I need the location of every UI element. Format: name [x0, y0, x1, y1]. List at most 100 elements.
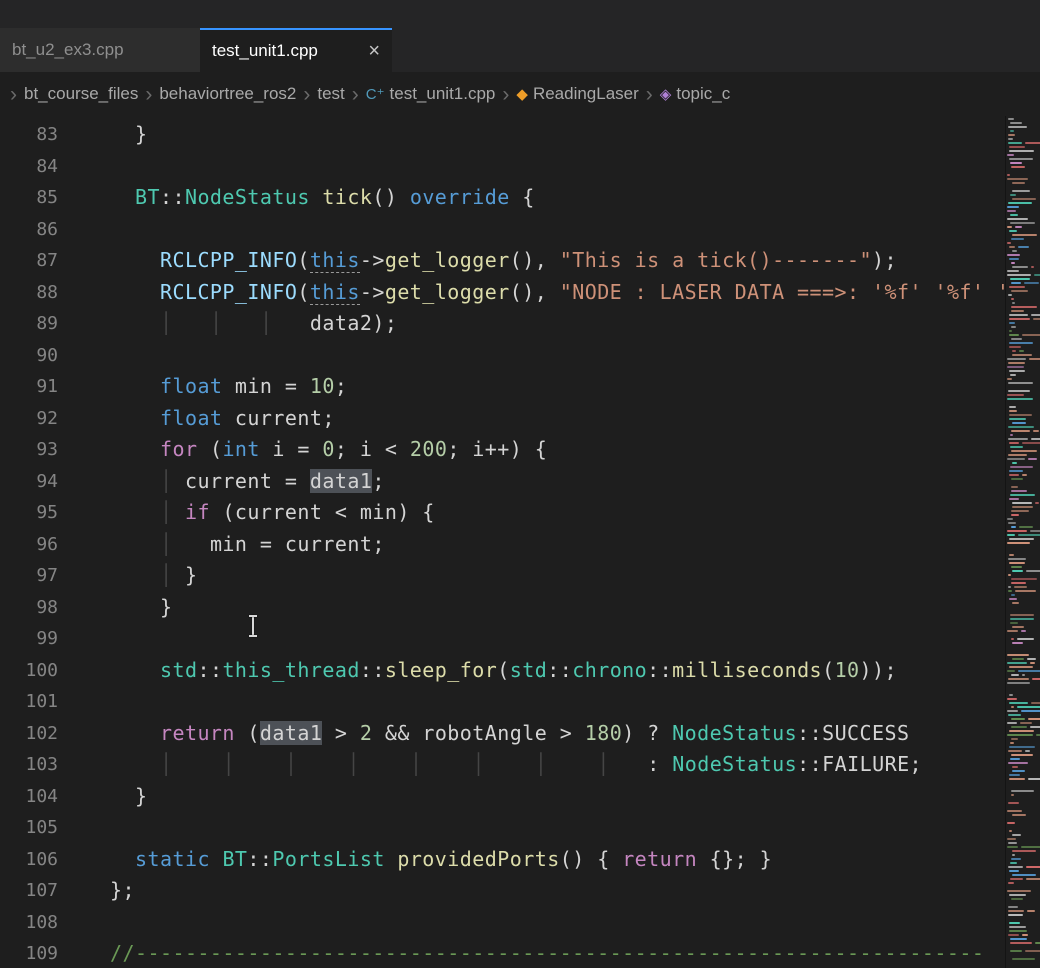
code-line[interactable]: 99: [0, 623, 1006, 655]
code-line[interactable]: 93 for (int i = 0; i < 200; i++) {: [0, 434, 1006, 466]
code-token: 2: [360, 721, 373, 745]
minimap-line: [1009, 498, 1019, 500]
code-token: [110, 500, 160, 524]
minimap-line: [1012, 506, 1033, 508]
line-number[interactable]: 94: [0, 466, 58, 498]
code-line[interactable]: 108: [0, 907, 1006, 939]
code-line[interactable]: 96 │ min = current;: [0, 529, 1006, 561]
breadcrumb-item-test[interactable]: test: [317, 84, 344, 104]
minimap-line: [1011, 858, 1021, 860]
code-token: [235, 752, 285, 776]
code-token: {: [510, 185, 535, 209]
code-line[interactable]: 97 │ }: [0, 560, 1006, 592]
line-number[interactable]: 96: [0, 529, 58, 561]
line-number[interactable]: 103: [0, 749, 58, 781]
line-number[interactable]: 91: [0, 371, 58, 403]
code-token: [310, 185, 323, 209]
line-number[interactable]: 99: [0, 623, 58, 655]
breadcrumb-item-topic-c[interactable]: ◈topic_c: [660, 84, 730, 104]
code-line[interactable]: 100 std::this_thread::sleep_for(std::chr…: [0, 655, 1006, 687]
code-token: if: [185, 500, 210, 524]
code-line[interactable]: 102 return (data1 > 2 && robotAngle > 18…: [0, 718, 1006, 750]
minimap-line: [1027, 910, 1035, 912]
tab-test_unit1[interactable]: test_unit1.cpp ×: [200, 28, 392, 72]
line-number[interactable]: 102: [0, 718, 58, 750]
code-line[interactable]: 94 │ current = data1;: [0, 466, 1006, 498]
code-text: BT::NodeStatus tick() override {: [110, 182, 535, 214]
code-token: this: [310, 280, 360, 305]
line-number[interactable]: 100: [0, 655, 58, 687]
code-token: [210, 847, 223, 871]
line-number[interactable]: 104: [0, 781, 58, 813]
code-line[interactable]: 85 BT::NodeStatus tick() override {: [0, 182, 1006, 214]
minimap-line: [1018, 534, 1040, 536]
line-number[interactable]: 87: [0, 245, 58, 277]
minimap-line: [1036, 734, 1040, 736]
minimap-line: [1031, 314, 1040, 316]
line-number[interactable]: 108: [0, 907, 58, 939]
editor-pane[interactable]: 83 }8485 BT::NodeStatus tick() override …: [0, 116, 1040, 968]
code-line[interactable]: 89 │ │ │ data2);: [0, 308, 1006, 340]
tab-bt_u2_ex3[interactable]: bt_u2_ex3.cpp: [0, 28, 200, 72]
code-line[interactable]: 84: [0, 151, 1006, 183]
line-number[interactable]: 86: [0, 214, 58, 246]
line-number[interactable]: 89: [0, 308, 58, 340]
code-token: tick: [322, 185, 372, 209]
code-line[interactable]: 103 │ │ │ │ │ │ │ │ : NodeStatus::FAILUR…: [0, 749, 1006, 781]
minimap-line: [1011, 282, 1021, 284]
code-line[interactable]: 109//-----------------------------------…: [0, 938, 1006, 968]
code-text: std::this_thread::sleep_for(std::chrono:…: [110, 655, 897, 687]
breadcrumb-label: test: [317, 84, 344, 104]
line-number[interactable]: 93: [0, 434, 58, 466]
minimap-line: [1007, 518, 1013, 520]
line-number[interactable]: 90: [0, 340, 58, 372]
breadcrumb-item-bt-course-files[interactable]: bt_course_files: [24, 84, 138, 104]
line-number[interactable]: 107: [0, 875, 58, 907]
code-line[interactable]: 95 │ if (current < min) {: [0, 497, 1006, 529]
code-line[interactable]: 107};: [0, 875, 1006, 907]
code-line[interactable]: 92 float current;: [0, 403, 1006, 435]
breadcrumb-item-test-unit1-cpp[interactable]: C⁺test_unit1.cpp: [366, 84, 496, 104]
line-number[interactable]: 84: [0, 151, 58, 183]
code-line[interactable]: 91 float min = 10;: [0, 371, 1006, 403]
line-number[interactable]: 83: [0, 119, 58, 151]
code-line[interactable]: 105: [0, 812, 1006, 844]
minimap[interactable]: [1005, 116, 1040, 968]
minimap-line: [1007, 698, 1017, 700]
code-line[interactable]: 88 RCLCPP_INFO(this->get_logger(), "NODE…: [0, 277, 1006, 309]
tab-bar: bt_u2_ex3.cpp test_unit1.cpp ×: [0, 0, 1040, 72]
minimap-line: [1007, 206, 1019, 208]
close-icon[interactable]: ×: [368, 41, 380, 61]
line-number[interactable]: 105: [0, 812, 58, 844]
chevron-right-icon: ›: [145, 84, 152, 105]
minimap-line: [1011, 726, 1027, 728]
minimap-line: [1009, 410, 1017, 412]
code-token: (): [372, 185, 409, 209]
code-line[interactable]: 106 static BT::PortsList providedPorts()…: [0, 844, 1006, 876]
line-number[interactable]: 106: [0, 844, 58, 876]
breadcrumb-item-behaviortree-ros2[interactable]: behaviortree_ros2: [159, 84, 296, 104]
line-number[interactable]: 92: [0, 403, 58, 435]
line-number[interactable]: 95: [0, 497, 58, 529]
code-token: │: [160, 563, 173, 587]
code-line[interactable]: 98 }: [0, 592, 1006, 624]
code-token: │: [160, 752, 173, 776]
line-number[interactable]: 98: [0, 592, 58, 624]
code-line[interactable]: 86: [0, 214, 1006, 246]
line-number[interactable]: 97: [0, 560, 58, 592]
line-number[interactable]: 109: [0, 938, 58, 968]
code-line[interactable]: 104 }: [0, 781, 1006, 813]
code-line[interactable]: 83 }: [0, 119, 1006, 151]
minimap-line: [1028, 778, 1040, 780]
line-number[interactable]: 88: [0, 277, 58, 309]
minimap-line: [1009, 598, 1017, 600]
code-token: (: [235, 721, 260, 745]
code-line[interactable]: 101: [0, 686, 1006, 718]
code-token: [110, 721, 160, 745]
breadcrumb-item-readinglaser[interactable]: ◆ReadingLaser: [516, 84, 638, 104]
line-number[interactable]: 85: [0, 182, 58, 214]
line-number[interactable]: 101: [0, 686, 58, 718]
code-line[interactable]: 90: [0, 340, 1006, 372]
code-token: chrono: [572, 658, 647, 682]
code-line[interactable]: 87 RCLCPP_INFO(this->get_logger(), "This…: [0, 245, 1006, 277]
